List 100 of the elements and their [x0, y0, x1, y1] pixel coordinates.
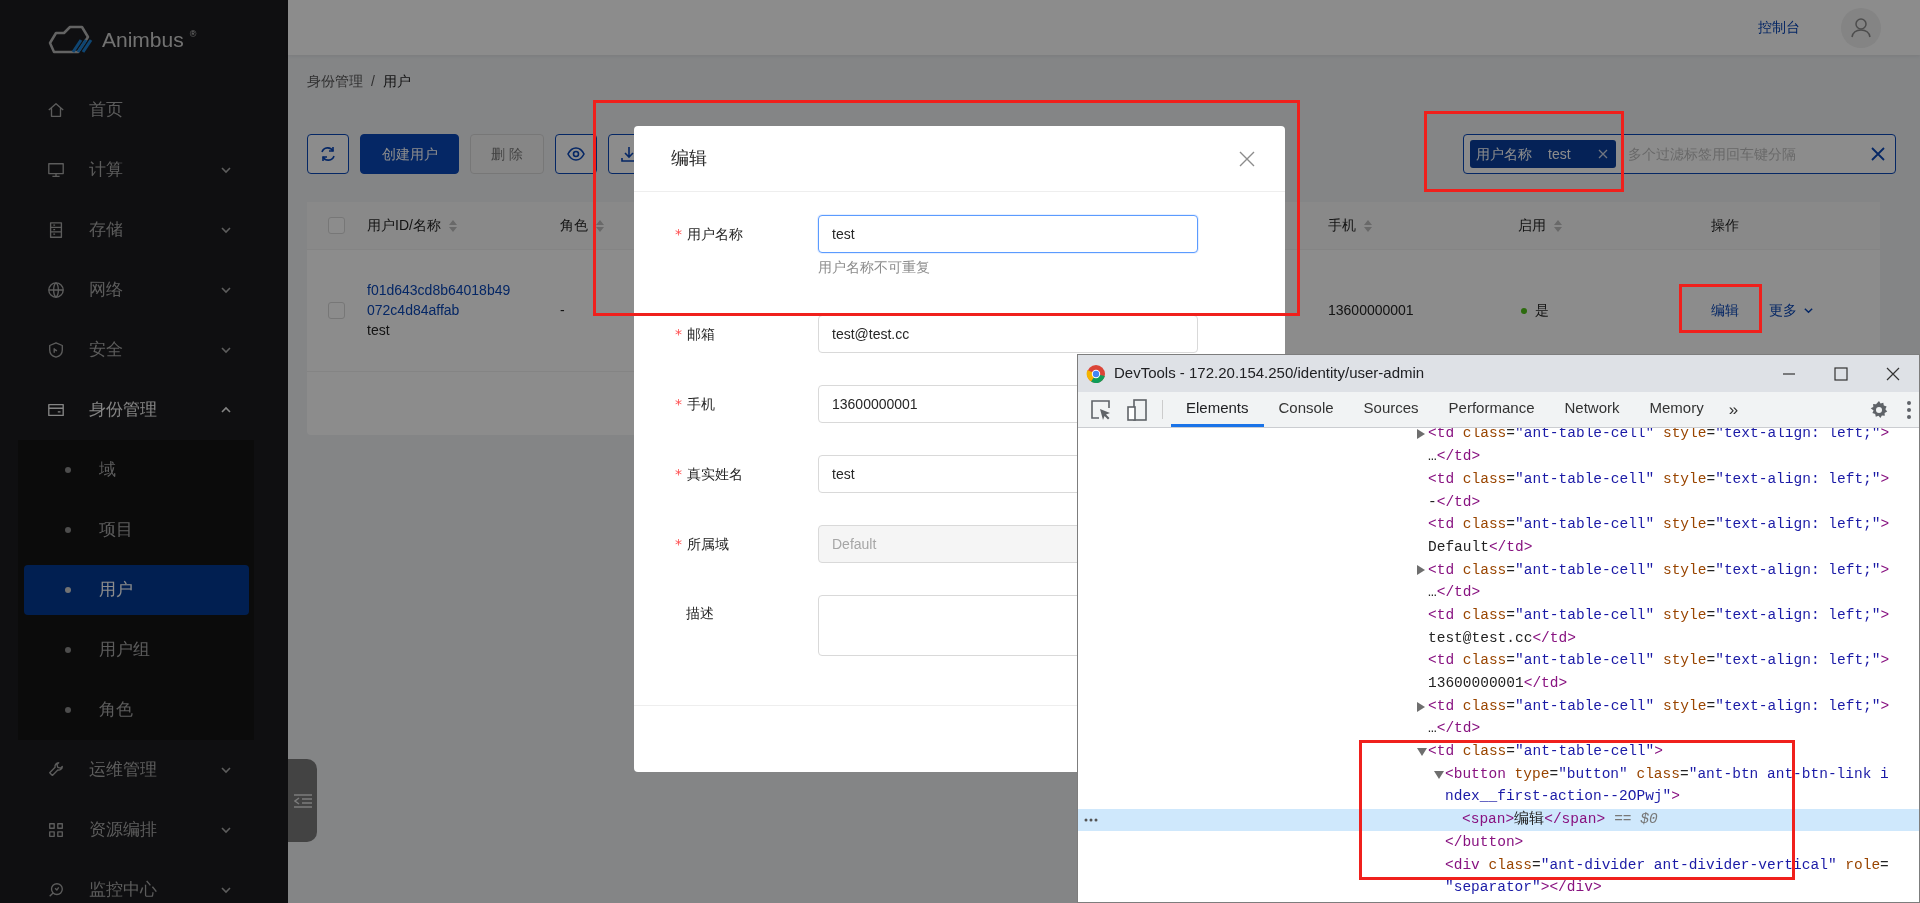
- console-link[interactable]: 控制台: [1758, 17, 1800, 38]
- close-button[interactable]: [1239, 150, 1255, 167]
- more-link[interactable]: 更多: [1769, 300, 1814, 321]
- devtools-tab[interactable]: Elements: [1171, 392, 1264, 427]
- settings-icon[interactable]: [1869, 399, 1889, 420]
- more-tabs-button[interactable]: »: [1728, 396, 1739, 423]
- globe-icon: [47, 281, 65, 299]
- code-line[interactable]: <span>编辑</span>: [1451, 809, 1606, 831]
- bullet-icon: [65, 587, 71, 593]
- devtools-tab[interactable]: Performance: [1433, 392, 1550, 427]
- required-mark: *: [675, 534, 682, 554]
- user-id-link[interactable]: f01d643cd8b64018b49072c4d84affab: [367, 280, 517, 320]
- code-line[interactable]: <td class="ant-table-cell" style="text-align: left;">: [1417, 559, 1890, 582]
- code-line[interactable]: 13600000001</td>: [1417, 673, 1568, 695]
- help-text: 用户名称不可重复: [818, 258, 931, 277]
- code-line[interactable]: -</td>: [1417, 491, 1481, 514]
- code-line[interactable]: test@test.cc</td>: [1417, 627, 1576, 650]
- code-line[interactable]: <td class="ant-table-cell" style="text-align: left;">: [1417, 650, 1890, 673]
- avatar-icon[interactable]: [1841, 7, 1881, 48]
- caret-down-icon: [1434, 770, 1444, 779]
- monitor-icon: [47, 161, 65, 179]
- collapse-icon: [293, 793, 312, 808]
- registered-mark: ®: [189, 28, 197, 41]
- server-icon: [47, 221, 65, 239]
- inspect-cursor-icon: [1090, 398, 1112, 421]
- code-line[interactable]: <td class="ant-table-cell" style="text-align: left;">: [1417, 468, 1890, 491]
- sidebar-item[interactable]: 身份管理: [0, 380, 288, 440]
- column-header: 操作: [1699, 202, 1880, 250]
- wrench-icon: [47, 761, 65, 779]
- devtools-tab[interactable]: Sources: [1348, 392, 1434, 427]
- eye-icon: [566, 144, 586, 164]
- code-line[interactable]: </button>: [1434, 831, 1524, 854]
- edit-link[interactable]: 编辑: [1711, 300, 1739, 321]
- tag-close-icon: [1598, 149, 1608, 159]
- home-icon: [47, 101, 65, 119]
- devtools-tab[interactable]: Console: [1263, 392, 1349, 427]
- caret-down-icon: [1417, 747, 1427, 756]
- required-mark: *: [675, 324, 682, 344]
- caret-right-icon: [1417, 565, 1425, 576]
- maximize-icon: [1834, 366, 1848, 381]
- card-icon: [47, 401, 65, 419]
- visibility-button[interactable]: [555, 134, 597, 174]
- devtools-tab[interactable]: Memory: [1634, 392, 1719, 427]
- devtools-tab[interactable]: Network: [1549, 392, 1635, 427]
- grid-icon: [47, 821, 65, 839]
- code-line[interactable]: ndex__first-action--2OPwj">: [1434, 786, 1680, 809]
- table-cell-text: 13600000001: [1328, 301, 1414, 320]
- collapse-handle[interactable]: [288, 759, 317, 842]
- sort-icon: [1554, 219, 1562, 232]
- field-label: 描述: [686, 604, 714, 623]
- dialog-title: 编辑: [671, 147, 707, 170]
- status-text: 是: [1535, 301, 1549, 320]
- code-line[interactable]: …</td>: [1417, 446, 1481, 468]
- code-line[interactable]: Default</td>: [1417, 536, 1533, 559]
- create-user-button[interactable]: 创建用户: [360, 134, 459, 174]
- field-label: 真实姓名: [687, 464, 743, 484]
- console-reference: == $0: [1614, 810, 1658, 830]
- chevron-down-icon: [1803, 305, 1814, 316]
- browser-logo-icon: [1086, 363, 1106, 384]
- sort-icon: [448, 219, 457, 232]
- sidebar-subitem[interactable]: 用户: [24, 565, 249, 615]
- kebab-menu-icon[interactable]: [1907, 400, 1911, 419]
- input-field[interactable]: test: [818, 215, 1198, 253]
- filter-tag-value: test: [1548, 144, 1571, 164]
- required-mark: *: [675, 464, 682, 484]
- caret-right-icon: [1417, 429, 1425, 440]
- refresh-icon: [318, 144, 338, 164]
- selected-line-highlight[interactable]: <span>编辑</span> == $0: [1078, 808, 1919, 832]
- field-label: 用户名称: [687, 224, 743, 244]
- breadcrumb-current: 用户: [382, 71, 411, 91]
- bullet-icon: [65, 467, 71, 473]
- code-line[interactable]: …</td>: [1417, 582, 1481, 605]
- bullet-icon: [65, 647, 71, 653]
- field-label: 邮箱: [687, 324, 715, 344]
- device-icon: [1126, 398, 1148, 421]
- shield-icon: [47, 341, 65, 359]
- code-line[interactable]: <td class="ant-table-cell" style="text-align: left;">: [1417, 604, 1890, 627]
- code-line[interactable]: <td class="ant-table-cell" style="text-align: left;">: [1417, 695, 1890, 718]
- input-field[interactable]: test@test.cc: [818, 315, 1198, 353]
- logo-text: Animbus: [102, 27, 184, 54]
- filter-tag[interactable]: 用户名称 test: [1470, 140, 1616, 168]
- code-line[interactable]: "separator"></div>: [1434, 877, 1602, 899]
- bullet-icon: [65, 527, 71, 533]
- search-icon: [47, 881, 65, 899]
- table-cell-text: -: [560, 301, 565, 320]
- close-icon: [1886, 366, 1900, 381]
- required-mark: *: [675, 224, 682, 244]
- window-title: DevTools - 172.20.154.250/identity/user-admin: [1114, 363, 1425, 384]
- user-name: test: [367, 321, 390, 340]
- field-label: 所属域: [687, 534, 729, 554]
- field-label: 手机: [687, 394, 715, 414]
- bullet-icon: [65, 707, 71, 713]
- refresh-button[interactable]: [307, 134, 349, 174]
- code-line[interactable]: …</td>: [1417, 718, 1481, 741]
- close-icon: [1239, 150, 1255, 167]
- caret-right-icon: [1417, 701, 1425, 712]
- filter-tag-key: 用户名称: [1476, 143, 1532, 165]
- minimize-icon: [1782, 372, 1796, 375]
- code-line[interactable]: <td class="ant-table-cell" style="text-align: left;">: [1417, 514, 1890, 536]
- breadcrumb-link[interactable]: 身份管理: [307, 70, 363, 92]
